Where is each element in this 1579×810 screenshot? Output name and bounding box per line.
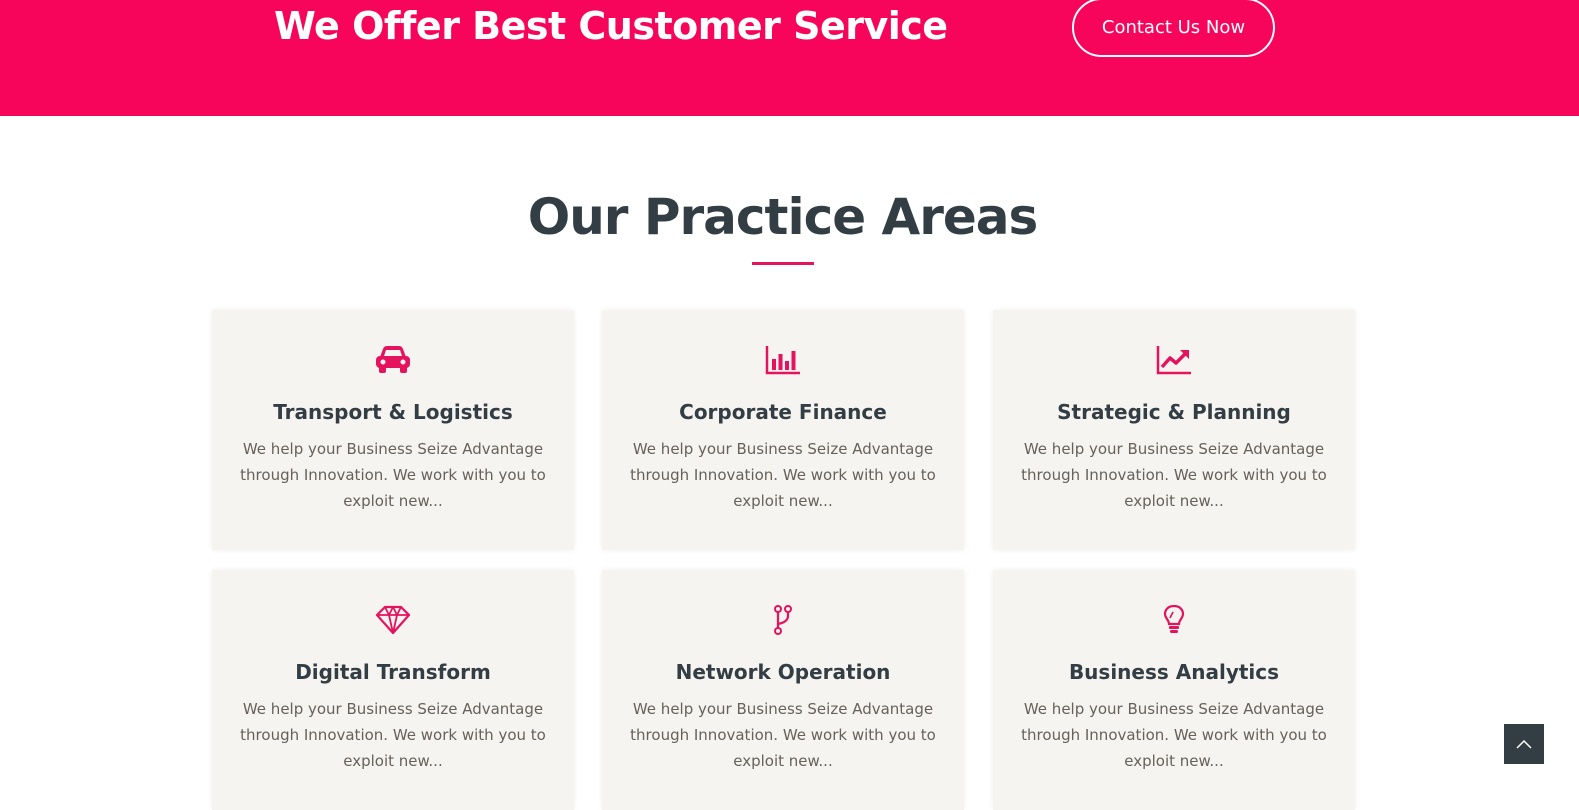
card-description: We help your Business Seize Advantage th… [630, 700, 936, 770]
lightbulb-icon [1154, 602, 1194, 638]
scroll-to-top-button[interactable] [1504, 724, 1544, 764]
card-description: We help your Business Seize Advantage th… [1021, 440, 1327, 510]
card-title: Network Operation [675, 660, 891, 684]
line-chart-icon [1154, 342, 1194, 378]
practice-card-digital[interactable]: Digital Transform We help your Business … [212, 570, 574, 810]
banner-title: We Offer Best Customer Service [274, 4, 948, 48]
card-title: Strategic & Planning [1057, 400, 1291, 424]
practice-card-analytics[interactable]: Business Analytics We help your Business… [993, 570, 1355, 810]
contact-us-button[interactable]: Contact Us Now [1072, 0, 1275, 57]
card-description: We help your Business Seize Advantage th… [240, 700, 546, 770]
practice-card-transport[interactable]: Transport & Logistics We help your Busin… [212, 310, 574, 550]
card-title: Transport & Logistics [273, 400, 513, 424]
card-title: Business Analytics [1068, 660, 1280, 684]
card-description: We help your Business Seize Advantage th… [240, 440, 546, 510]
card-description: We help your Business Seize Advantage th… [630, 440, 936, 510]
diamond-icon [373, 602, 413, 638]
section-title: Our Practice Areas [527, 188, 1039, 246]
chevron-up-icon [1515, 738, 1533, 750]
bar-chart-icon [763, 342, 803, 378]
code-branch-icon [763, 602, 803, 638]
card-title: Digital Transform [295, 660, 491, 684]
cta-banner: We Offer Best Customer Service Contact U… [0, 0, 1579, 116]
card-description: We help your Business Seize Advantage th… [1021, 700, 1327, 770]
car-icon [373, 342, 413, 378]
practice-card-strategic[interactable]: Strategic & Planning We help your Busine… [993, 310, 1355, 550]
practice-card-finance[interactable]: Corporate Finance We help your Business … [602, 310, 964, 550]
practice-card-network[interactable]: Network Operation We help your Business … [602, 570, 964, 810]
title-underline [752, 262, 814, 265]
card-title: Corporate Finance [679, 400, 887, 424]
